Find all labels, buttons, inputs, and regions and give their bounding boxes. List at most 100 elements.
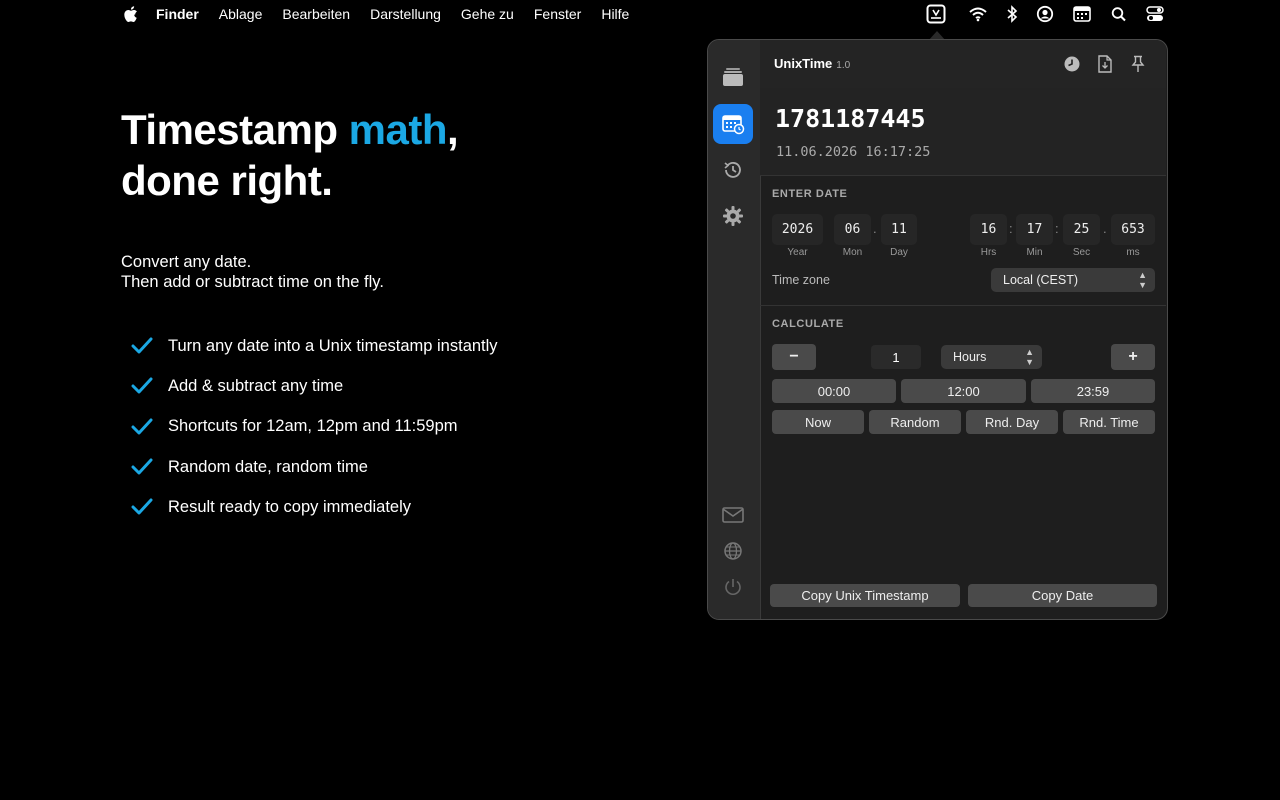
settings-gear-icon[interactable] [713, 196, 753, 236]
result-panel: 1781187445 11.06.2026 16:17:25 [760, 88, 1166, 176]
add-button[interactable]: + [1111, 344, 1155, 370]
minutes-label: Min [1026, 247, 1043, 258]
hero-title-part2: , [447, 106, 459, 153]
checkmark-icon [131, 418, 153, 435]
calendar-icon[interactable] [1073, 5, 1091, 23]
menu-fenster[interactable]: Fenster [534, 6, 581, 22]
feature-list: Turn any date into a Unix timestamp inst… [131, 326, 498, 527]
time-separator: : [1009, 221, 1013, 236]
main-panel: UnixTime 1.0 1781187445 11.06.2026 16:17… [760, 40, 1166, 619]
hero-subtitle: Convert any date. Then add or subtract t… [121, 252, 384, 292]
menu-ablage[interactable]: Ablage [219, 6, 263, 22]
copy-date-button[interactable]: Copy Date [968, 584, 1157, 607]
menu-hilfe[interactable]: Hilfe [601, 6, 629, 22]
checkmark-icon [131, 377, 153, 394]
minutes-field[interactable]: 17 [1016, 214, 1053, 245]
formatted-date[interactable]: 11.06.2026 16:17:25 [776, 144, 930, 160]
seconds-label: Sec [1072, 247, 1091, 258]
unit-select[interactable]: Hours ▲ ▼ [941, 345, 1042, 369]
random-button[interactable]: Random [869, 410, 961, 434]
menu-bar: Finder Ablage Bearbeiten Darstellung Geh… [0, 0, 1280, 28]
feature-text: Shortcuts for 12am, 12pm and 11:59pm [168, 417, 458, 436]
app-name: UnixTime [774, 56, 833, 71]
export-document-icon[interactable] [1095, 54, 1115, 74]
mail-icon[interactable] [713, 495, 753, 535]
timezone-label: Time zone [772, 273, 830, 287]
seconds-field[interactable]: 25 [1063, 214, 1100, 245]
bluetooth-icon[interactable] [1006, 5, 1018, 23]
checkmark-icon [131, 458, 153, 475]
random-time-button[interactable]: Rnd. Time [1063, 410, 1155, 434]
control-center-icon[interactable] [1146, 5, 1164, 23]
user-icon[interactable] [1036, 5, 1054, 23]
hours-label: Hrs [980, 247, 997, 258]
enter-date-heading: ENTER DATE [772, 188, 848, 200]
updown-chevron-icon: ▲ ▼ [1025, 347, 1034, 367]
shortcut-noon-button[interactable]: 12:00 [901, 379, 1026, 403]
app-title: UnixTime 1.0 [774, 56, 850, 71]
section-divider [760, 305, 1166, 306]
ms-separator: . [1103, 221, 1107, 236]
now-button[interactable]: Now [772, 410, 864, 434]
globe-icon[interactable] [713, 531, 753, 571]
subtract-button[interactable]: − [772, 344, 816, 370]
feature-item: Random date, random time [131, 447, 498, 487]
hero-title: Timestamp math, done right. [121, 104, 459, 206]
random-day-button[interactable]: Rnd. Day [966, 410, 1058, 434]
pin-icon[interactable] [1128, 54, 1148, 74]
feature-item: Result ready to copy immediately [131, 487, 498, 527]
panel-header: UnixTime 1.0 [760, 40, 1166, 89]
sidebar-calendar-icon[interactable] [713, 104, 753, 144]
month-label: Mon [842, 247, 863, 258]
year-field[interactable]: 2026 [772, 214, 823, 245]
amount-input[interactable]: 1 [871, 345, 921, 369]
updown-chevron-icon: ▲ ▼ [1138, 270, 1147, 290]
date-separator: . [873, 221, 877, 236]
day-field[interactable]: 11 [881, 214, 917, 245]
unix-timestamp[interactable]: 1781187445 [775, 104, 926, 133]
menu-bearbeiten[interactable]: Bearbeiten [282, 6, 350, 22]
ms-field[interactable]: 653 [1111, 214, 1155, 245]
menu-gehe-zu[interactable]: Gehe zu [461, 6, 514, 22]
year-label: Year [787, 247, 808, 258]
power-icon[interactable] [713, 567, 753, 607]
feature-text: Turn any date into a Unix timestamp inst… [168, 336, 498, 355]
apple-icon[interactable] [122, 5, 138, 23]
copy-timestamp-button[interactable]: Copy Unix Timestamp [770, 584, 960, 607]
sidebar [708, 40, 761, 619]
clock-icon[interactable] [1062, 54, 1082, 74]
history-icon[interactable] [713, 150, 753, 190]
month-field[interactable]: 06 [834, 214, 871, 245]
subtitle-line2: Then add or subtract time on the fly. [121, 273, 384, 291]
shortcut-end-of-day-button[interactable]: 23:59 [1031, 379, 1155, 403]
checkmark-icon [131, 498, 153, 515]
calculate-heading: CALCULATE [772, 318, 844, 330]
day-label: Day [890, 247, 908, 258]
feature-item: Turn any date into a Unix timestamp inst… [131, 326, 498, 366]
shortcut-midnight-button[interactable]: 00:00 [772, 379, 896, 403]
hero-title-accent: math [348, 106, 448, 153]
ms-label: ms [1126, 247, 1140, 258]
search-icon[interactable] [1111, 5, 1127, 23]
menu-darstellung[interactable]: Darstellung [370, 6, 441, 22]
hours-field[interactable]: 16 [970, 214, 1007, 245]
menu-finder[interactable]: Finder [156, 6, 199, 22]
checkmark-icon [131, 337, 153, 354]
timezone-value: Local (CEST) [1003, 273, 1079, 287]
wifi-icon[interactable] [968, 5, 988, 23]
sidebar-stack-icon[interactable] [713, 57, 753, 97]
unit-value: Hours [953, 350, 987, 364]
unixtime-menubar-icon[interactable] [926, 4, 946, 24]
subtitle-line1: Convert any date. [121, 253, 252, 271]
feature-text: Random date, random time [168, 457, 368, 476]
feature-text: Add & subtract any time [168, 376, 344, 395]
unixtime-popover: UnixTime 1.0 1781187445 11.06.2026 16:17… [707, 39, 1168, 620]
feature-text: Result ready to copy immediately [168, 497, 412, 516]
hero-title-part1: Timestamp [121, 106, 349, 153]
hero-title-line2: done right. [121, 157, 333, 204]
feature-item: Add & subtract any time [131, 366, 498, 406]
feature-item: Shortcuts for 12am, 12pm and 11:59pm [131, 407, 498, 447]
timezone-select[interactable]: Local (CEST) ▲ ▼ [991, 268, 1155, 292]
app-version: 1.0 [836, 60, 851, 71]
time-separator: : [1055, 221, 1059, 236]
